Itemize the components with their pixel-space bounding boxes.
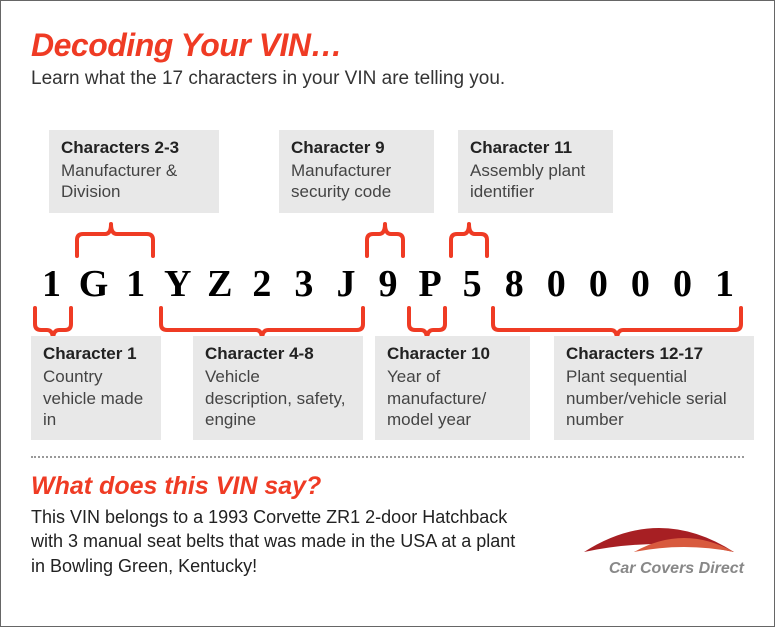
bracket-icon <box>75 222 155 258</box>
vin-char: Y <box>157 262 197 306</box>
vin-char: G <box>73 262 113 306</box>
bracket-icon <box>449 222 489 258</box>
page-title: Decoding Your VIN… <box>31 27 744 64</box>
footer-question: What does this VIN say? <box>31 472 531 501</box>
info-desc: Assembly plant identifier <box>470 160 601 203</box>
info-desc: Year of manufacture/ model year <box>387 366 518 430</box>
vin-char: 3 <box>283 262 323 306</box>
vin-char: 0 <box>536 262 576 306</box>
vin-char: 2 <box>241 262 281 306</box>
vin-char: J <box>325 262 365 306</box>
info-title: Character 11 <box>470 138 601 158</box>
car-cover-icon <box>574 522 744 558</box>
brand-logo: Car Covers Direct <box>564 522 744 578</box>
bracket-icon <box>365 222 405 258</box>
vin-characters: 1 G 1 Y Z 2 3 J 9 P 5 8 0 0 0 0 1 <box>31 262 744 306</box>
info-title: Characters 2-3 <box>61 138 207 158</box>
vin-char: 0 <box>620 262 660 306</box>
info-desc: Manufacturer & Division <box>61 160 207 203</box>
info-desc: Country vehicle made in <box>43 366 149 430</box>
vin-diagram: Characters 2-3 Manufacturer & Division C… <box>31 130 744 440</box>
info-title: Character 9 <box>291 138 422 158</box>
vin-char: 1 <box>704 262 744 306</box>
info-box-chars-12-17: Characters 12-17 Plant sequential number… <box>554 336 754 440</box>
vin-char: 0 <box>662 262 702 306</box>
vin-char: 0 <box>578 262 618 306</box>
info-title: Characters 12-17 <box>566 344 742 364</box>
info-desc: Plant sequential number/vehicle serial n… <box>566 366 742 430</box>
vin-char: 5 <box>452 262 492 306</box>
info-box-char-1: Character 1 Country vehicle made in <box>31 336 161 440</box>
vin-char: 8 <box>494 262 534 306</box>
info-desc: Manufacturer security code <box>291 160 422 203</box>
vin-char: 9 <box>368 262 408 306</box>
vin-char: P <box>410 262 450 306</box>
info-box-chars-4-8: Character 4-8 Vehicle description, safet… <box>193 336 363 440</box>
info-box-chars-2-3: Characters 2-3 Manufacturer & Division <box>49 130 219 213</box>
divider <box>31 456 744 458</box>
footer-answer: This VIN belongs to a 1993 Corvette ZR1 … <box>31 505 531 578</box>
vin-char: Z <box>199 262 239 306</box>
vin-char: 1 <box>31 262 71 306</box>
page-subtitle: Learn what the 17 characters in your VIN… <box>31 68 744 90</box>
info-desc: Vehicle description, safety, engine <box>205 366 351 430</box>
info-title: Character 10 <box>387 344 518 364</box>
vin-char: 1 <box>115 262 155 306</box>
info-title: Character 1 <box>43 344 149 364</box>
info-title: Character 4-8 <box>205 344 351 364</box>
info-box-char-9: Character 9 Manufacturer security code <box>279 130 434 213</box>
info-box-char-10: Character 10 Year of manufacture/ model … <box>375 336 530 440</box>
info-box-char-11: Character 11 Assembly plant identifier <box>458 130 613 213</box>
brand-name: Car Covers Direct <box>564 560 744 578</box>
